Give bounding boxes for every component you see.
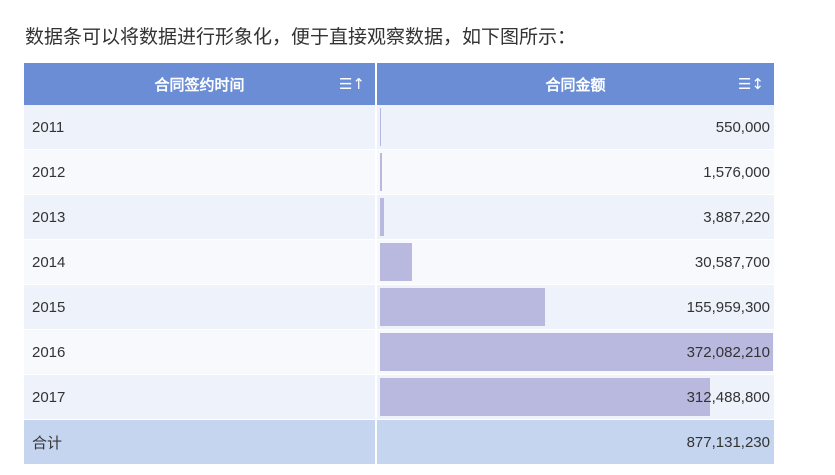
column-header-amount[interactable]: 合同金额 ☰↕ [377,63,774,105]
table-row: 2012 1,576,000 [24,149,774,194]
cell-amount: 3,887,220 [377,195,774,239]
cell-amount: 30,587,700 [377,240,774,284]
column-header-label: 合同签约时间 [154,76,245,94]
amount-text: 3,887,220 [703,208,770,226]
cell-sign-year: 2017 [24,375,377,419]
sign-year-text: 2013 [32,208,66,226]
sort-both-icon[interactable]: ☰↕ [738,75,764,93]
intro-text: 数据条可以将数据进行形象化，便于直接观察数据，如下图所示： [25,26,577,48]
table-row: 2013 3,887,220 [24,194,774,239]
table-row: 2014 30,587,700 [24,239,774,284]
cell-sign-year: 2012 [24,150,377,194]
amount-text: 30,587,700 [694,253,770,271]
column-header-label: 合同金额 [545,76,606,94]
sign-year-text: 2016 [32,343,66,361]
column-header-sign-date[interactable]: 合同签约时间 ☰↑ [24,63,377,105]
amount-text: 550,000 [715,118,770,136]
data-bar [380,288,545,326]
cell-amount: 372,082,210 [377,330,774,374]
sign-year-text: 2014 [32,253,66,271]
cell-sign-year: 2011 [24,105,377,149]
table-header: 合同签约时间 ☰↑ 合同金额 ☰↕ [24,63,774,105]
total-amount: 877,131,230 [377,420,774,464]
cell-amount: 155,959,300 [377,285,774,329]
data-bar-table: 合同签约时间 ☰↑ 合同金额 ☰↕ 2011 550,000 2012 1,576,0… [24,63,774,464]
data-bar [380,153,382,191]
total-label: 合计 [24,420,377,464]
total-row: 合计 877,131,230 [24,419,774,464]
amount-text: 312,488,800 [686,388,770,406]
cell-amount: 1,576,000 [377,150,774,194]
cell-amount: 550,000 [377,105,774,149]
table-row: 2016 372,082,210 [24,329,774,374]
cell-sign-year: 2013 [24,195,377,239]
cell-sign-year: 2014 [24,240,377,284]
sign-year-text: 2012 [32,163,66,181]
total-label-text: 合计 [32,434,63,452]
data-bar [380,198,384,236]
table-row: 2015 155,959,300 [24,284,774,329]
cell-amount: 312,488,800 [377,375,774,419]
data-bar [380,243,412,281]
sign-year-text: 2015 [32,298,66,316]
table-row: 2017 312,488,800 [24,374,774,419]
sign-year-text: 2011 [32,118,65,136]
amount-text: 1,576,000 [703,163,770,181]
sign-year-text: 2017 [32,388,66,406]
data-bar [380,108,381,146]
total-amount-text: 877,131,230 [686,433,770,451]
cell-sign-year: 2015 [24,285,377,329]
amount-text: 155,959,300 [686,298,770,316]
amount-text: 372,082,210 [686,343,770,361]
data-bar [380,378,710,416]
cell-sign-year: 2016 [24,330,377,374]
sort-asc-icon[interactable]: ☰↑ [339,75,365,93]
table-row: 2011 550,000 [24,105,774,149]
